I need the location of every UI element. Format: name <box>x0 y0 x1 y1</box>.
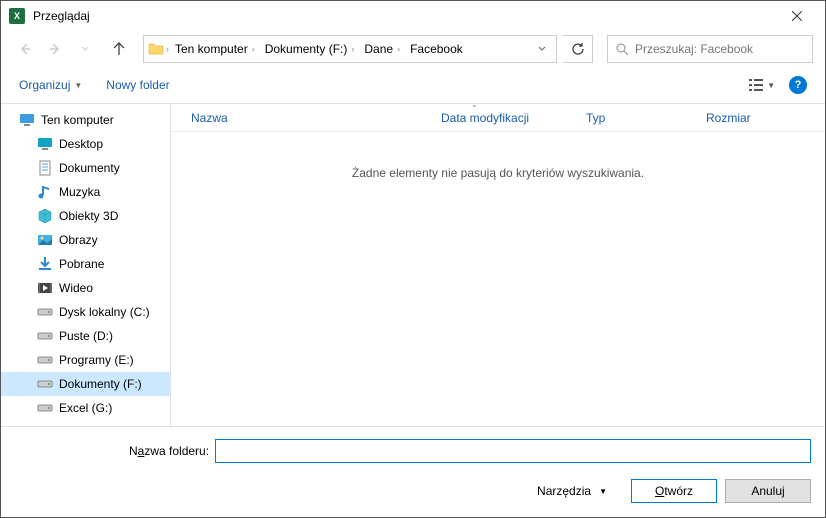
tree-thispc[interactable]: Ten komputer <box>1 108 170 132</box>
tree-music[interactable]: Muzyka <box>1 180 170 204</box>
organize-menu[interactable]: Organizuj▼ <box>19 78 82 92</box>
refresh-icon <box>571 42 585 56</box>
view-icon <box>749 78 765 92</box>
navigation-tree[interactable]: Ten komputer Desktop Dokumenty Muzyka Ob… <box>1 104 171 443</box>
col-type[interactable]: Typ <box>576 111 696 125</box>
window-title: Przeglądaj <box>33 9 90 23</box>
new-folder-button[interactable]: Nowy folder <box>106 78 169 92</box>
search-input[interactable] <box>635 42 804 56</box>
cube-icon <box>37 208 53 224</box>
close-button[interactable] <box>777 1 817 31</box>
drive-icon <box>37 376 53 392</box>
tools-menu[interactable]: Narzędzia▼ <box>537 484 607 498</box>
cancel-button[interactable]: Anuluj <box>725 479 811 503</box>
sort-indicator-icon: ⌃ <box>471 104 478 113</box>
close-icon <box>792 11 802 21</box>
folder-icon <box>148 41 164 57</box>
crumb-facebook[interactable]: Facebook <box>406 40 467 58</box>
chevron-down-icon <box>81 45 89 53</box>
folder-name-input[interactable] <box>215 439 811 463</box>
music-icon <box>37 184 53 200</box>
tree-pictures[interactable]: Obrazy <box>1 228 170 252</box>
tree-disk-d[interactable]: Puste (D:) <box>1 324 170 348</box>
tree-disk-e[interactable]: Programy (E:) <box>1 348 170 372</box>
tree-downloads[interactable]: Pobrane <box>1 252 170 276</box>
crumb-dane[interactable]: Dane› <box>360 40 404 58</box>
col-date[interactable]: Data modyfikacji <box>431 111 576 125</box>
crumb-drive[interactable]: Dokumenty (F:)› <box>261 40 359 58</box>
arrow-left-icon <box>18 42 32 56</box>
address-dropdown[interactable] <box>532 42 552 56</box>
tree-desktop[interactable]: Desktop <box>1 132 170 156</box>
help-button[interactable]: ? <box>789 76 807 94</box>
tree-disk-c[interactable]: Dysk lokalny (C:) <box>1 300 170 324</box>
tree-3dobjects[interactable]: Obiekty 3D <box>1 204 170 228</box>
excel-icon: X <box>9 8 25 24</box>
pictures-icon <box>37 232 53 248</box>
folder-name-label: Nazwa folderu: <box>129 444 209 458</box>
search-icon <box>616 43 629 56</box>
search-box[interactable] <box>607 35 813 63</box>
chevron-right-icon: › <box>166 44 169 54</box>
col-size[interactable]: Rozmiar <box>696 111 786 125</box>
empty-message: Żadne elementy nie pasują do kryteriów w… <box>171 166 825 180</box>
arrow-up-icon <box>112 42 126 56</box>
refresh-button[interactable] <box>563 35 593 63</box>
monitor-icon <box>19 112 35 128</box>
tree-disk-f[interactable]: Dokumenty (F:) <box>1 372 170 396</box>
column-headers[interactable]: ⌃ Nazwa Data modyfikacji Typ Rozmiar <box>171 104 825 132</box>
desktop-icon <box>37 136 53 152</box>
drive-icon <box>37 304 53 320</box>
arrow-right-icon <box>48 42 62 56</box>
up-button[interactable] <box>107 37 131 61</box>
download-icon <box>37 256 53 272</box>
drive-icon <box>37 400 53 416</box>
drive-icon <box>37 352 53 368</box>
address-bar[interactable]: › Ten komputer› Dokumenty (F:)› Dane› Fa… <box>143 35 557 63</box>
back-button[interactable] <box>13 37 37 61</box>
documents-icon <box>37 160 53 176</box>
forward-button[interactable] <box>43 37 67 61</box>
recent-dropdown[interactable] <box>73 37 97 61</box>
col-name[interactable]: Nazwa <box>171 111 431 125</box>
crumb-thispc[interactable]: Ten komputer› <box>171 40 259 58</box>
tree-documents[interactable]: Dokumenty <box>1 156 170 180</box>
view-options[interactable]: ▼ <box>749 78 775 92</box>
drive-icon <box>37 328 53 344</box>
tree-videos[interactable]: Wideo <box>1 276 170 300</box>
tree-disk-g[interactable]: Excel (G:) <box>1 396 170 420</box>
video-icon <box>37 280 53 296</box>
open-button[interactable]: Otwórz <box>631 479 717 503</box>
